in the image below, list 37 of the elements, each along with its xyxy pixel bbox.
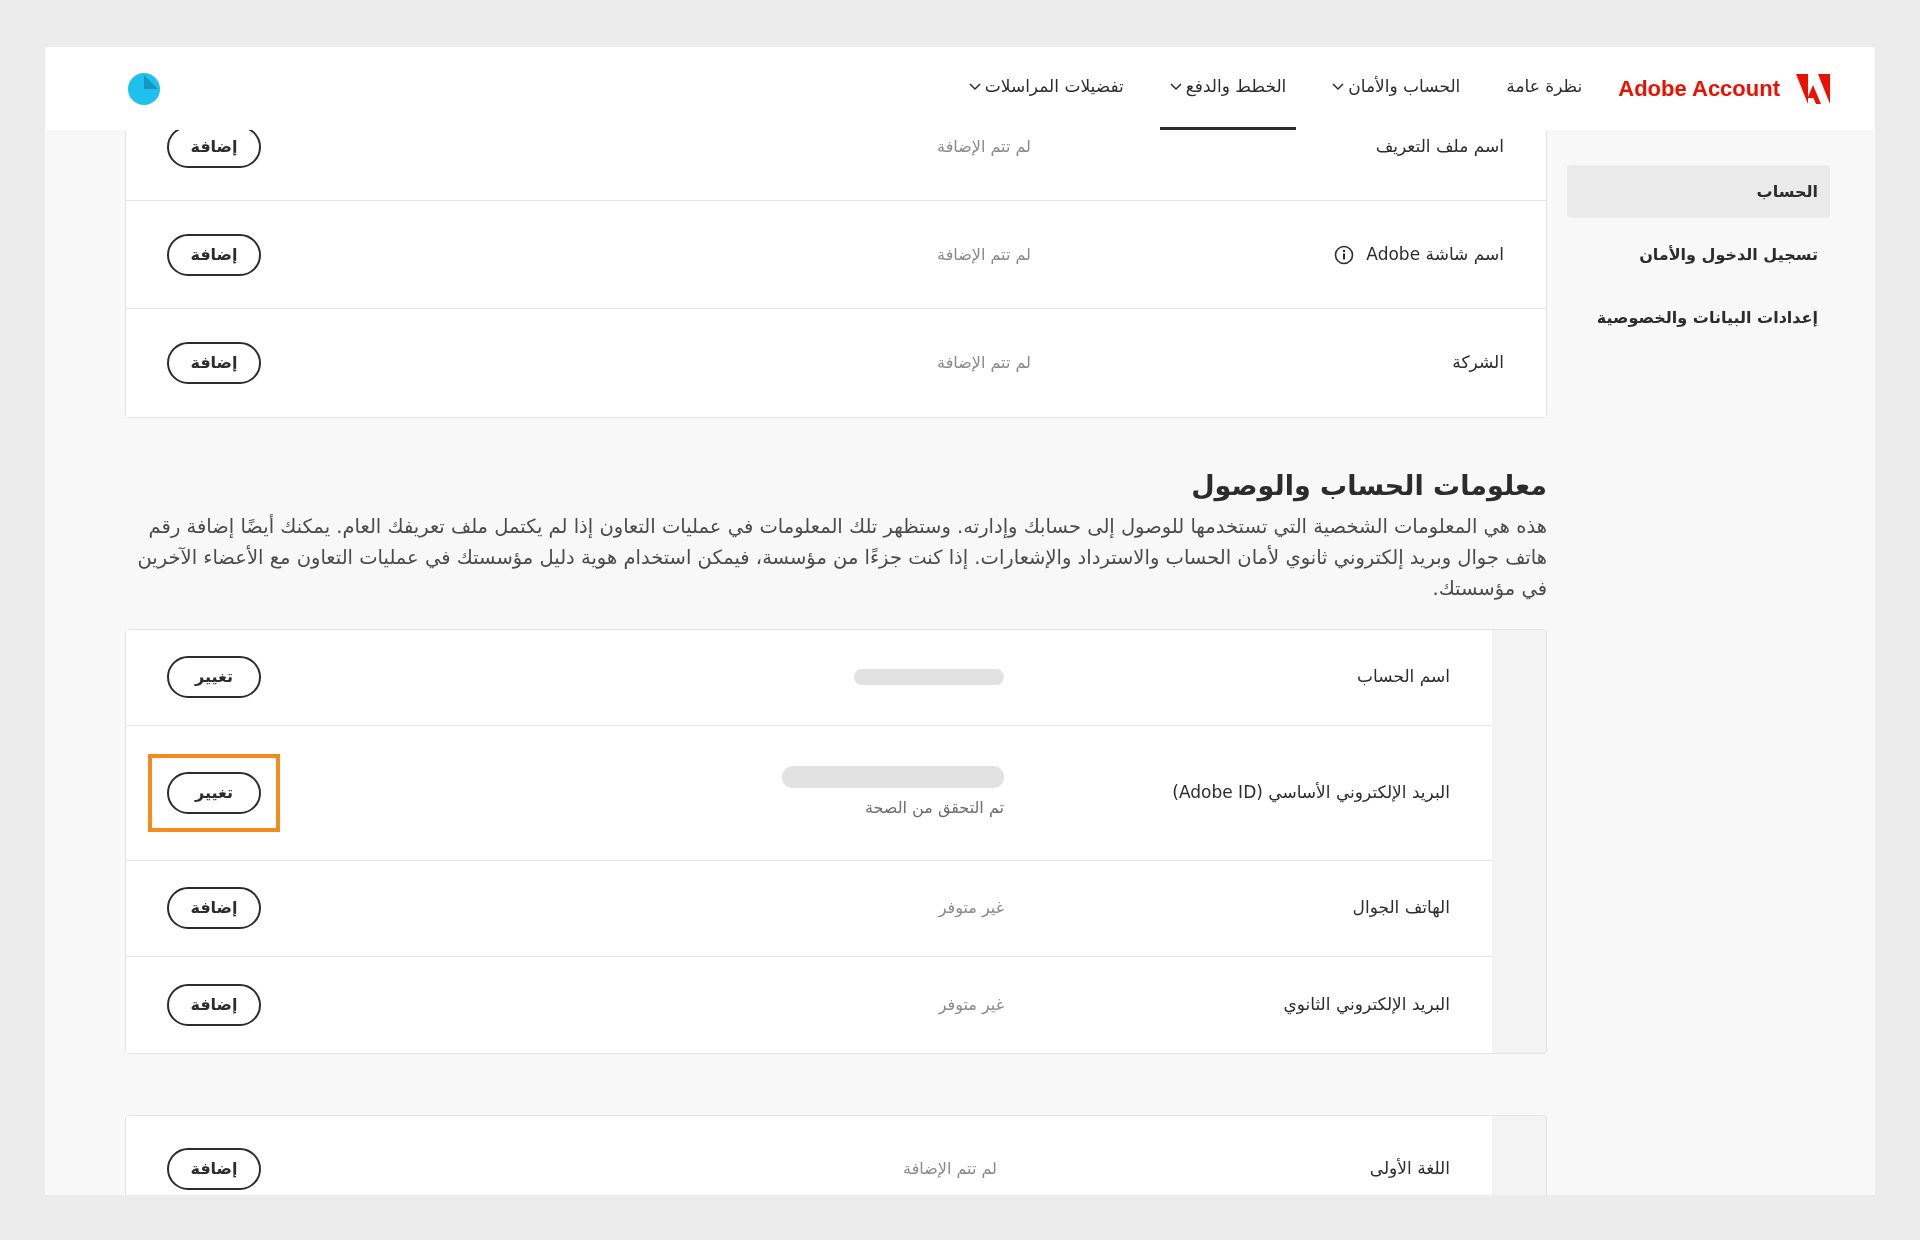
field-label: البريد الإلكتروني الثانوي — [1283, 992, 1450, 1017]
row-button[interactable]: إضافة — [167, 233, 261, 276]
field-value: غير متوفر — [938, 897, 1004, 920]
verified-note: تم التحقق من الصحة — [864, 796, 1004, 820]
field-value: لم تتم الإضافة — [903, 1158, 997, 1180]
chevron-down-icon — [968, 83, 981, 91]
logo-icon[interactable] — [1796, 73, 1830, 104]
row-button[interactable]: إضافة — [167, 887, 261, 929]
field-label: اللغة الأولى — [1369, 1157, 1450, 1181]
field-value: لم تتم الإضافة — [937, 243, 1031, 266]
row-button[interactable]: تغيير — [167, 656, 261, 698]
row-button[interactable]: إضافة — [167, 983, 261, 1026]
section-title: معلومات الحساب والوصول — [1190, 469, 1547, 504]
nav-tab[interactable]: الحساب والأمان — [1322, 47, 1471, 130]
row-button[interactable]: إضافة — [167, 342, 261, 384]
chevron-down-icon — [1332, 83, 1345, 91]
field-value: لم تتم الإضافة — [937, 135, 1031, 158]
sidebar-item[interactable]: الحساب — [1567, 165, 1830, 218]
field-label: الشركة — [1452, 351, 1504, 375]
row-button[interactable]: تغيير — [167, 771, 261, 814]
row-button[interactable]: إضافة — [167, 1148, 261, 1190]
brand-name[interactable]: Adobe Account — [1618, 72, 1780, 105]
section-description: هذه هي المعلومات الشخصية التي تستخدمها للوصول إلى حسابك وإدارته. وستظهر تلك المعلومات في عمليات التعاون إذا لم يكتمل ملف تعريفك العام. يمكنك أيضًا إضافة رقم هاتف جوال وبريد إلكتروني ثانوي لأمان الحساب والاسترداد والإشعارات. إذا كنت جزءًا من مؤسسة، فيمكن استخدام هوية دليل مؤسستك في عمليات التعاون مع الأعضاء الآخرين في مؤسستك. — [136, 513, 1547, 602]
nav-tab[interactable]: تفضيلات المراسلات — [958, 47, 1134, 130]
field-label: اسم الحساب — [1357, 665, 1450, 689]
field-value: غير متوفر — [938, 993, 1004, 1017]
sidebar-item[interactable]: إعدادات البيانات والخصوصية — [1567, 291, 1830, 344]
chevron-down-icon — [1169, 83, 1182, 91]
info-icon[interactable] — [1334, 244, 1355, 265]
field-label: اسم شاشة Adobe — [1366, 242, 1504, 266]
field-label: اسم ملف التعريف — [1375, 134, 1504, 158]
field-label: البريد الإلكتروني الأساسي (Adobe ID) — [1172, 780, 1450, 805]
sidebar-item[interactable]: تسجيل الدخول والأمان — [1567, 228, 1830, 281]
field-label: الهاتف الجوال — [1352, 896, 1450, 920]
field-value: لم تتم الإضافة — [937, 352, 1031, 374]
avatar-icon[interactable] — [128, 72, 160, 105]
nav-tab[interactable]: نظرة عامة — [1496, 47, 1593, 130]
